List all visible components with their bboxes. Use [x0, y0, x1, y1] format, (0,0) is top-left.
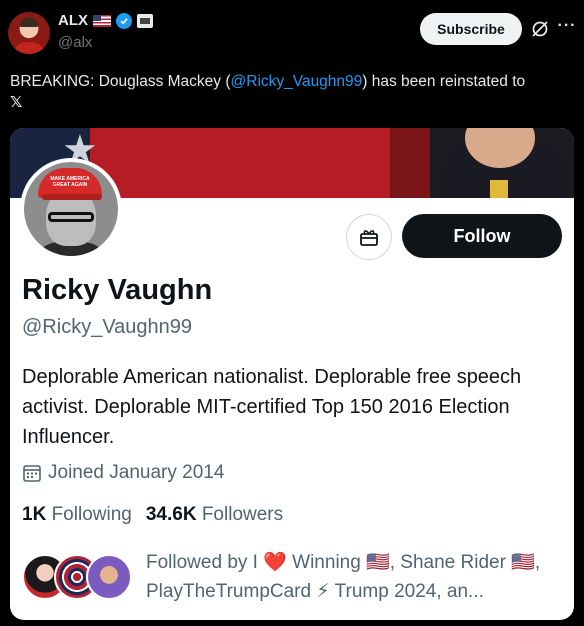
- mention-link[interactable]: @Ricky_Vaughn99: [231, 73, 363, 90]
- profile-name: Ricky Vaughn: [22, 274, 213, 306]
- following-count: 1K: [22, 504, 47, 525]
- author-name-row: ALX: [58, 12, 153, 29]
- verified-badge-icon[interactable]: [116, 12, 132, 29]
- more-icon[interactable]: ···: [556, 18, 578, 38]
- author-handle[interactable]: @alx: [58, 34, 92, 51]
- affiliate-badge-icon[interactable]: [137, 13, 153, 28]
- x-logo-icon: 𝕏: [10, 94, 23, 111]
- tweet-text-before: BREAKING: Douglass Mackey (: [10, 73, 231, 90]
- followers-label: Followers: [201, 504, 284, 525]
- followers-stat: 34.6K Followers: [146, 504, 283, 526]
- following-stat: 1K Following: [22, 504, 132, 526]
- tweet-text-after: ) has been reinstated to: [362, 73, 526, 90]
- profile-avatar: MAKE AMERICA GREAT AGAIN: [20, 158, 122, 260]
- joined-row: Joined January 2014: [22, 462, 224, 484]
- gift-icon: [360, 230, 378, 246]
- grok-icon[interactable]: [530, 19, 550, 39]
- avatar-hat-text: MAKE AMERICA GREAT AGAIN: [50, 176, 90, 188]
- author-display-name[interactable]: ALX: [58, 12, 88, 29]
- gift-button: [346, 214, 392, 260]
- joined-date: Joined January 2014: [48, 462, 225, 483]
- follow-button: Follow: [402, 214, 562, 258]
- author-avatar[interactable]: [8, 12, 50, 54]
- tweet-header: ALX @alx Subscribe ···: [0, 0, 584, 62]
- us-flag-icon: [93, 14, 111, 27]
- follower-avatar: [86, 554, 132, 600]
- followers-count: 34.6K: [145, 504, 197, 525]
- following-label: Following: [51, 504, 132, 525]
- stats-row: 1K Following 34.6K Followers: [22, 504, 283, 526]
- calendar-icon: [23, 465, 41, 482]
- followed-by-text: Followed by I ❤️ Winning 🇺🇸, Shane Rider…: [146, 552, 541, 602]
- embedded-profile-image[interactable]: ★ MAKE AMERICA GREAT AGAIN Follow Ricky …: [10, 128, 574, 620]
- tweet-text: BREAKING: Douglass Mackey (@Ricky_Vaughn…: [10, 71, 580, 113]
- subscribe-button[interactable]: Subscribe: [420, 13, 522, 45]
- followed-by-row: Followed by I ❤️ Winning 🇺🇸, Shane Rider…: [22, 548, 562, 608]
- profile-handle: @Ricky_Vaughn99: [22, 316, 193, 338]
- profile-bio: Deplorable American nationalist. Deplora…: [22, 366, 522, 448]
